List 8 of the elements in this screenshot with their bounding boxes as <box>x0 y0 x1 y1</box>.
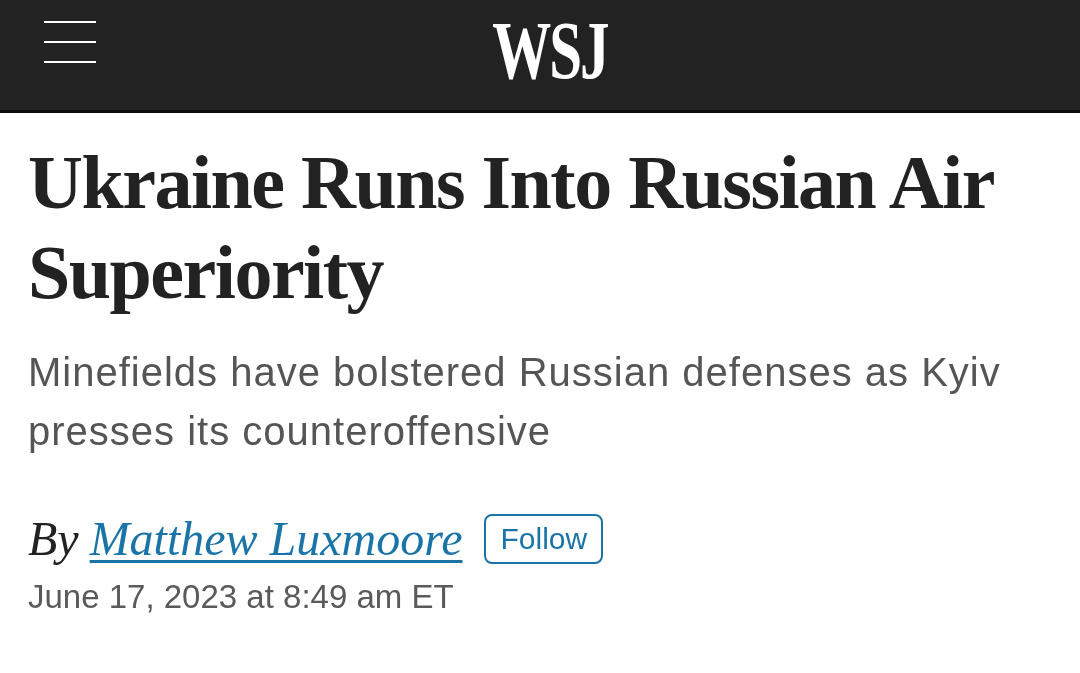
publish-date: June 17, 2023 at 8:49 am ET <box>28 578 455 616</box>
follow-button[interactable]: Follow <box>484 513 604 564</box>
logo[interactable]: WSJ <box>492 10 608 92</box>
byline-prefix: By <box>28 511 79 566</box>
headline: Ukraine Runs Into Russian Air Superiority <box>28 139 995 316</box>
menu-icon[interactable] <box>44 21 96 63</box>
subheadline: Minefields have bolstered Russian defenses as Kyiv presses its counteroffensive <box>28 349 1002 455</box>
author-link[interactable]: Matthew Luxmoore <box>89 511 463 566</box>
